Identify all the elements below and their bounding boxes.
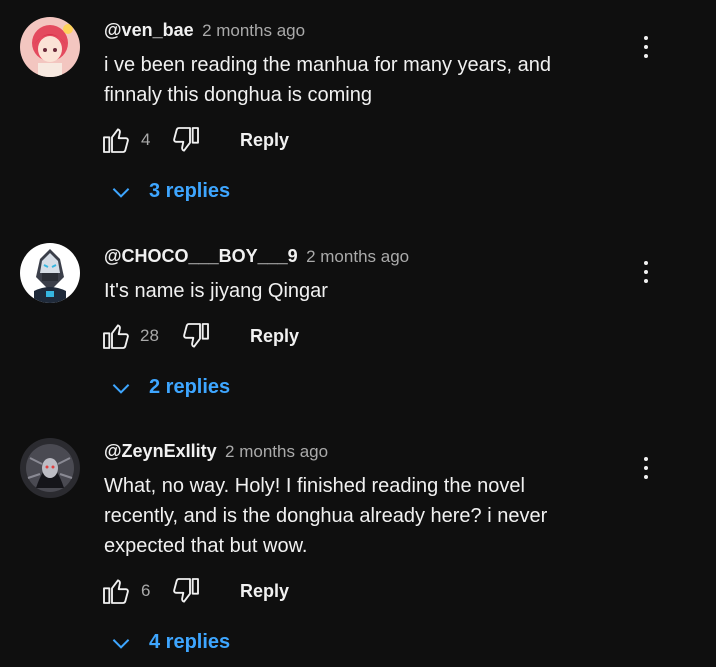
comment-actions: 6 Reply [100, 575, 300, 609]
masked-character-avatar-icon [20, 243, 80, 303]
view-replies-button[interactable]: 2 replies [108, 372, 238, 402]
dot [644, 475, 648, 479]
comment-text: What, no way. Holy! I finished reading t… [104, 471, 624, 561]
author-name[interactable]: @ZeynExIlity [104, 441, 217, 461]
comment-time[interactable]: 2 months ago [202, 21, 305, 40]
chevron-down-icon [112, 639, 130, 649]
comment-line: recently, and is the donghua already her… [104, 505, 548, 527]
dot [644, 270, 648, 274]
comment-header: @CHOCO___BOY___9 2 months ago [104, 244, 409, 268]
comment-line: It's name is jiyang Qingar [104, 280, 328, 302]
comment-menu-button[interactable] [636, 33, 656, 61]
reply-button[interactable]: Reply [250, 320, 299, 352]
thumbs-up-icon[interactable] [100, 320, 132, 352]
author-name[interactable]: @ven_bae [104, 20, 194, 40]
replies-label: 3 replies [149, 180, 231, 202]
replies-label: 2 replies [149, 376, 231, 398]
comment-time[interactable]: 2 months ago [225, 442, 328, 461]
comment-text: It's name is jiyang Qingar [104, 276, 624, 306]
chevron-down-icon [112, 188, 130, 198]
like-count: 28 [140, 326, 159, 345]
reply-button[interactable]: Reply [240, 575, 289, 607]
comment-menu-button[interactable] [636, 454, 656, 482]
avatar[interactable] [20, 17, 80, 77]
comment-time[interactable]: 2 months ago [306, 247, 409, 266]
dark-hooded-avatar-icon [20, 438, 80, 498]
thumbs-down-icon[interactable] [180, 320, 212, 352]
thumbs-down-icon[interactable] [170, 575, 202, 607]
like-count: 4 [141, 130, 151, 149]
thumbs-up-icon[interactable] [100, 575, 132, 607]
dot [644, 45, 648, 49]
comment-header: @ven_bae 2 months ago [104, 18, 305, 42]
dot [644, 36, 648, 40]
thumbs-down-icon[interactable] [170, 124, 202, 156]
avatar[interactable] [20, 438, 80, 498]
comment-actions: 4 Reply [100, 124, 300, 158]
dot [644, 54, 648, 58]
chevron-down-icon [112, 384, 130, 394]
replies-label: 4 replies [149, 631, 231, 653]
comment-line: i ve been reading the manhua for many ye… [104, 54, 551, 76]
like-count: 6 [141, 581, 151, 600]
anime-girl-avatar-icon [20, 17, 80, 77]
comment-header: @ZeynExIlity 2 months ago [104, 439, 328, 463]
comment-line: finnaly this donghua is coming [104, 84, 372, 106]
comment-actions: 28 Reply [100, 320, 310, 354]
view-replies-button[interactable]: 3 replies [108, 176, 238, 206]
dot [644, 457, 648, 461]
thumbs-up-icon[interactable] [100, 124, 132, 156]
comment-menu-button[interactable] [636, 258, 656, 286]
avatar[interactable] [20, 243, 80, 303]
view-replies-button[interactable]: 4 replies [108, 627, 238, 657]
reply-button[interactable]: Reply [240, 124, 289, 156]
dot [644, 279, 648, 283]
comment-line: What, no way. Holy! I finished reading t… [104, 475, 525, 497]
comment-text: i ve been reading the manhua for many ye… [104, 50, 624, 110]
dot [644, 261, 648, 265]
dot [644, 466, 648, 470]
comment-line: expected that but wow. [104, 535, 308, 557]
author-name[interactable]: @CHOCO___BOY___9 [104, 246, 298, 266]
